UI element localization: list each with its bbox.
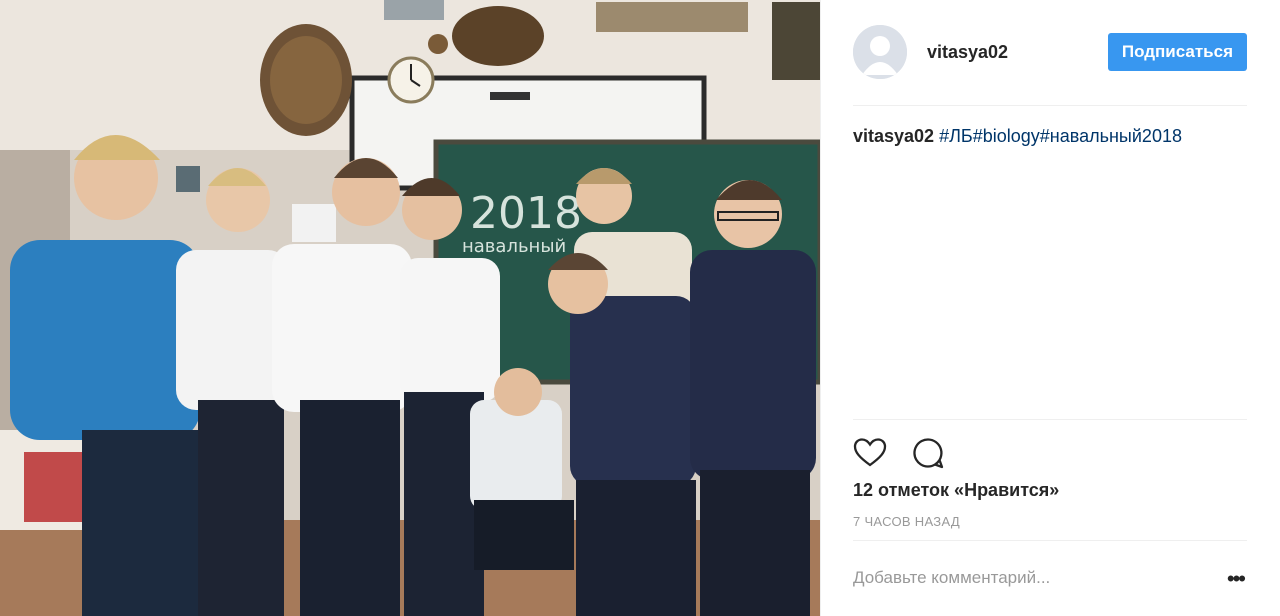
comment-button[interactable] [911,436,945,470]
post-timestamp[interactable]: 7 ЧАСОВ НАЗАД [853,514,960,529]
caption-username-link[interactable]: vitasya02 [853,126,934,146]
heart-icon [853,438,887,467]
comment-input[interactable]: Добавьте комментарий... [853,568,1050,588]
more-options-icon[interactable]: ••• [1227,566,1246,592]
username-link[interactable]: vitasya02 [927,42,1008,63]
classroom-photo: 2018 навальный [0,0,820,616]
avatar[interactable] [853,25,907,79]
divider [853,419,1247,420]
post-header: vitasya02 Подписаться [853,22,1247,82]
divider [853,105,1247,106]
divider [853,540,1247,541]
post-panel: vitasya02 Подписаться vitasya02 #ЛБ#biol… [820,0,1280,616]
action-bar [853,436,965,470]
board-text-name: навальный [462,236,566,257]
caption: vitasya02 #ЛБ#biology#навальный2018 [853,124,1182,148]
board-text-year: 2018 [470,188,582,239]
follow-button[interactable]: Подписаться [1107,33,1247,71]
like-button[interactable] [853,436,887,470]
comment-icon [913,438,944,469]
default-avatar-icon [853,25,907,79]
post-photo[interactable]: 2018 навальный [0,0,820,616]
likes-count[interactable]: 12 отметок «Нравится» [853,480,1059,501]
caption-hashtags-link[interactable]: #ЛБ#biology#навальный2018 [939,126,1182,146]
